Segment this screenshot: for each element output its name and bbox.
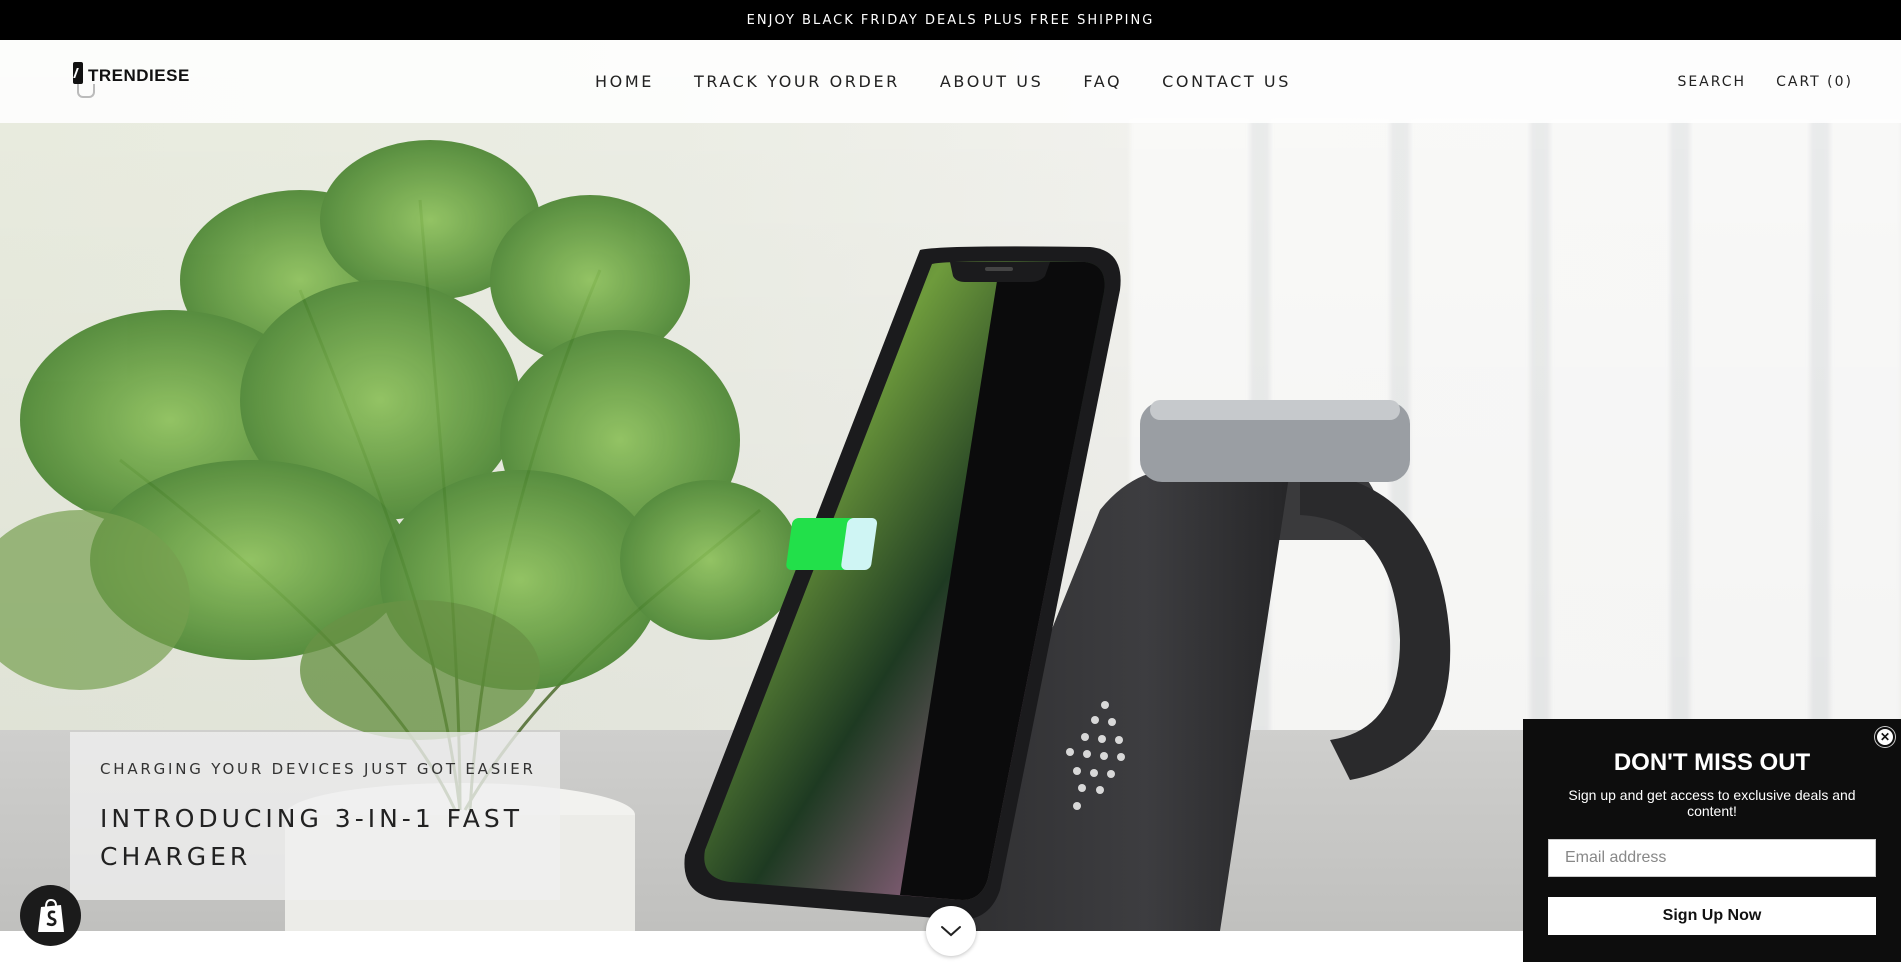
sign-up-button[interactable]: Sign Up Now: [1548, 897, 1876, 935]
announcement-text: ENJOY BLACK FRIDAY DEALS PLUS FREE SHIPP…: [746, 12, 1155, 28]
nav-contact-us[interactable]: CONTACT US: [1162, 72, 1291, 91]
battery-icon: [786, 518, 878, 570]
main-nav: HOME TRACK YOUR ORDER ABOUT US FAQ CONTA…: [595, 40, 1291, 123]
logo-charger-icon: [72, 62, 95, 98]
hero-heading: INTRODUCING 3-IN-1 FAST CHARGER: [100, 804, 523, 871]
plant-leaves: [0, 140, 800, 740]
hero-subheading: CHARGING YOUR DEVICES JUST GOT EASIER: [100, 760, 536, 778]
announcement-bar: ENJOY BLACK FRIDAY DEALS PLUS FREE SHIPP…: [0, 0, 1901, 40]
site-logo[interactable]: TRENDIESE: [72, 62, 190, 98]
nav-faq[interactable]: FAQ: [1083, 72, 1122, 91]
popup-close-button[interactable]: ✕: [1875, 727, 1895, 747]
chevron-down-icon: [941, 926, 961, 937]
hero-caption: CHARGING YOUR DEVICES JUST GOT EASIER IN…: [70, 732, 560, 900]
cart-link[interactable]: CART (0): [1776, 74, 1853, 90]
email-field[interactable]: [1548, 839, 1876, 877]
logo-text: TRENDIESE: [88, 66, 190, 85]
search-link[interactable]: SEARCH: [1677, 74, 1746, 90]
popup-text: Sign up and get access to exclusive deal…: [1568, 787, 1856, 819]
shopify-badge-button[interactable]: [20, 885, 81, 946]
popup-title: DON'T MISS OUT: [1613, 749, 1811, 776]
newsletter-popup: ✕ DON'T MISS OUT Sign up and get access …: [1523, 719, 1901, 962]
header-actions: SEARCH CART (0): [1677, 40, 1853, 123]
site-header: TRENDIESE HOME TRACK YOUR ORDER ABOUT US…: [0, 40, 1901, 123]
close-icon: ✕: [1879, 730, 1891, 744]
nav-track-your-order[interactable]: TRACK YOUR ORDER: [694, 72, 900, 91]
nav-about-us[interactable]: ABOUT US: [940, 72, 1043, 91]
shopify-bag-icon: [37, 898, 64, 932]
scroll-down-button[interactable]: [926, 906, 976, 956]
nav-home[interactable]: HOME: [595, 72, 654, 91]
